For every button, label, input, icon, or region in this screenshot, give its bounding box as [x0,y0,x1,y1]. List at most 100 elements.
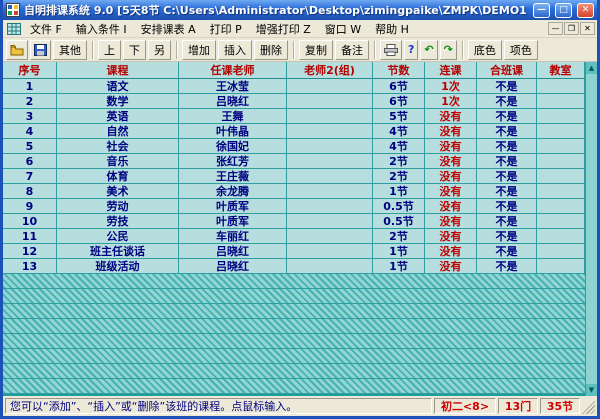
copy-button[interactable]: 复制 [299,40,333,60]
table-cell[interactable]: 不是 [477,214,537,229]
table-cell[interactable]: 没有 [425,184,477,199]
table-cell[interactable]: 2节 [373,154,425,169]
empty-row[interactable] [3,289,585,304]
table-cell[interactable] [537,139,585,154]
table-cell[interactable]: 没有 [425,139,477,154]
table-row[interactable]: 11公民车丽红2节没有不是 [3,229,585,244]
table-cell[interactable]: 11 [3,229,57,244]
empty-row[interactable] [3,349,585,364]
menu-enhanced-print[interactable]: 增强打印 Z [249,20,318,38]
table-cell[interactable] [287,199,373,214]
table-cell[interactable] [537,199,585,214]
table-cell[interactable] [287,229,373,244]
down-button[interactable]: 下 [123,40,146,60]
table-cell[interactable]: 吕晓红 [179,244,287,259]
table-cell[interactable]: 3 [3,109,57,124]
table-cell[interactable] [287,244,373,259]
table-cell[interactable]: 1节 [373,244,425,259]
table-cell[interactable]: 没有 [425,214,477,229]
table-cell[interactable]: 不是 [477,259,537,274]
table-cell[interactable]: 没有 [425,154,477,169]
document-grid-icon[interactable] [7,23,21,35]
note-button[interactable]: 备注 [335,40,369,60]
empty-row[interactable] [3,319,585,334]
table-cell[interactable]: 2节 [373,169,425,184]
child-close-button[interactable]: ✕ [580,22,595,35]
table-cell[interactable]: 12 [3,244,57,259]
table-cell[interactable]: 不是 [477,229,537,244]
table-row[interactable]: 5社会徐国妃4节没有不是 [3,139,585,154]
table-cell[interactable]: 音乐 [57,154,179,169]
table-cell[interactable] [537,154,585,169]
table-cell[interactable]: 数学 [57,94,179,109]
table-cell[interactable]: 自然 [57,124,179,139]
table-cell[interactable] [287,124,373,139]
redo-button[interactable]: ↷ [440,40,457,60]
table-cell[interactable] [287,184,373,199]
menu-file[interactable]: 文件 F [23,20,69,38]
table-cell[interactable]: 4节 [373,139,425,154]
table-cell[interactable] [537,124,585,139]
table-row[interactable]: 2数学吕晓红6节1次不是 [3,94,585,109]
table-cell[interactable] [287,154,373,169]
table-cell[interactable]: 社会 [57,139,179,154]
table-cell[interactable]: 王舞 [179,109,287,124]
table-cell[interactable] [287,94,373,109]
table-cell[interactable]: 王庄薇 [179,169,287,184]
table-cell[interactable]: 6节 [373,79,425,94]
table-cell[interactable]: 5节 [373,109,425,124]
table-cell[interactable]: 8 [3,184,57,199]
table-cell[interactable]: 1次 [425,94,477,109]
scroll-down-icon[interactable]: ▼ [586,384,598,396]
table-cell[interactable]: 不是 [477,109,537,124]
table-cell[interactable]: 英语 [57,109,179,124]
table-row[interactable]: 12班主任谈话吕晓红1节没有不是 [3,244,585,259]
table-cell[interactable]: 1节 [373,184,425,199]
table-cell[interactable]: 不是 [477,184,537,199]
table-cell[interactable]: 没有 [425,109,477,124]
table-cell[interactable]: 徐国妃 [179,139,287,154]
undo-button[interactable]: ↶ [420,40,437,60]
table-cell[interactable]: 劳动 [57,199,179,214]
open-file-button[interactable] [6,40,28,60]
print-button[interactable] [380,40,402,60]
close-button[interactable]: ✕ [577,3,594,18]
table-cell[interactable]: 不是 [477,139,537,154]
menu-arrange-timetable[interactable]: 安排课表 A [134,20,203,38]
help-button[interactable]: ? [404,40,418,60]
table-row[interactable]: 4自然叶伟晶4节没有不是 [3,124,585,139]
item-color-button[interactable]: 项色 [504,40,538,60]
table-cell[interactable]: 7 [3,169,57,184]
table-row[interactable]: 3英语王舞 5节没有不是 [3,109,585,124]
table-cell[interactable]: 车丽红 [179,229,287,244]
table-cell[interactable] [537,244,585,259]
table-cell[interactable] [287,79,373,94]
table-cell[interactable]: 没有 [425,244,477,259]
menu-help[interactable]: 帮助 H [368,20,416,38]
table-cell[interactable] [537,109,585,124]
table-cell[interactable] [537,169,585,184]
vertical-scrollbar[interactable]: ▲ ▼ [585,62,597,396]
table-cell[interactable] [537,214,585,229]
table-cell[interactable]: 1次 [425,79,477,94]
table-cell[interactable] [287,139,373,154]
table-cell[interactable]: 不是 [477,124,537,139]
empty-row[interactable] [3,304,585,319]
table-cell[interactable]: 9 [3,199,57,214]
menu-window[interactable]: 窗口 W [318,20,368,38]
table-cell[interactable]: 劳技 [57,214,179,229]
table-cell[interactable]: 不是 [477,79,537,94]
table-cell[interactable]: 叶质军 [179,199,287,214]
menu-input-conditions[interactable]: 输入条件 I [69,20,134,38]
table-cell[interactable] [537,259,585,274]
table-cell[interactable]: 6 [3,154,57,169]
table-cell[interactable]: 张红芳 [179,154,287,169]
table-cell[interactable]: 没有 [425,199,477,214]
empty-row[interactable] [3,379,585,394]
insert-button[interactable]: 插入 [218,40,252,60]
table-row[interactable]: 1语文王冰莹6节1次不是 [3,79,585,94]
table-cell[interactable]: 叶质军 [179,214,287,229]
table-cell[interactable]: 2节 [373,229,425,244]
table-cell[interactable] [287,169,373,184]
table-cell[interactable]: 余龙腾 [179,184,287,199]
